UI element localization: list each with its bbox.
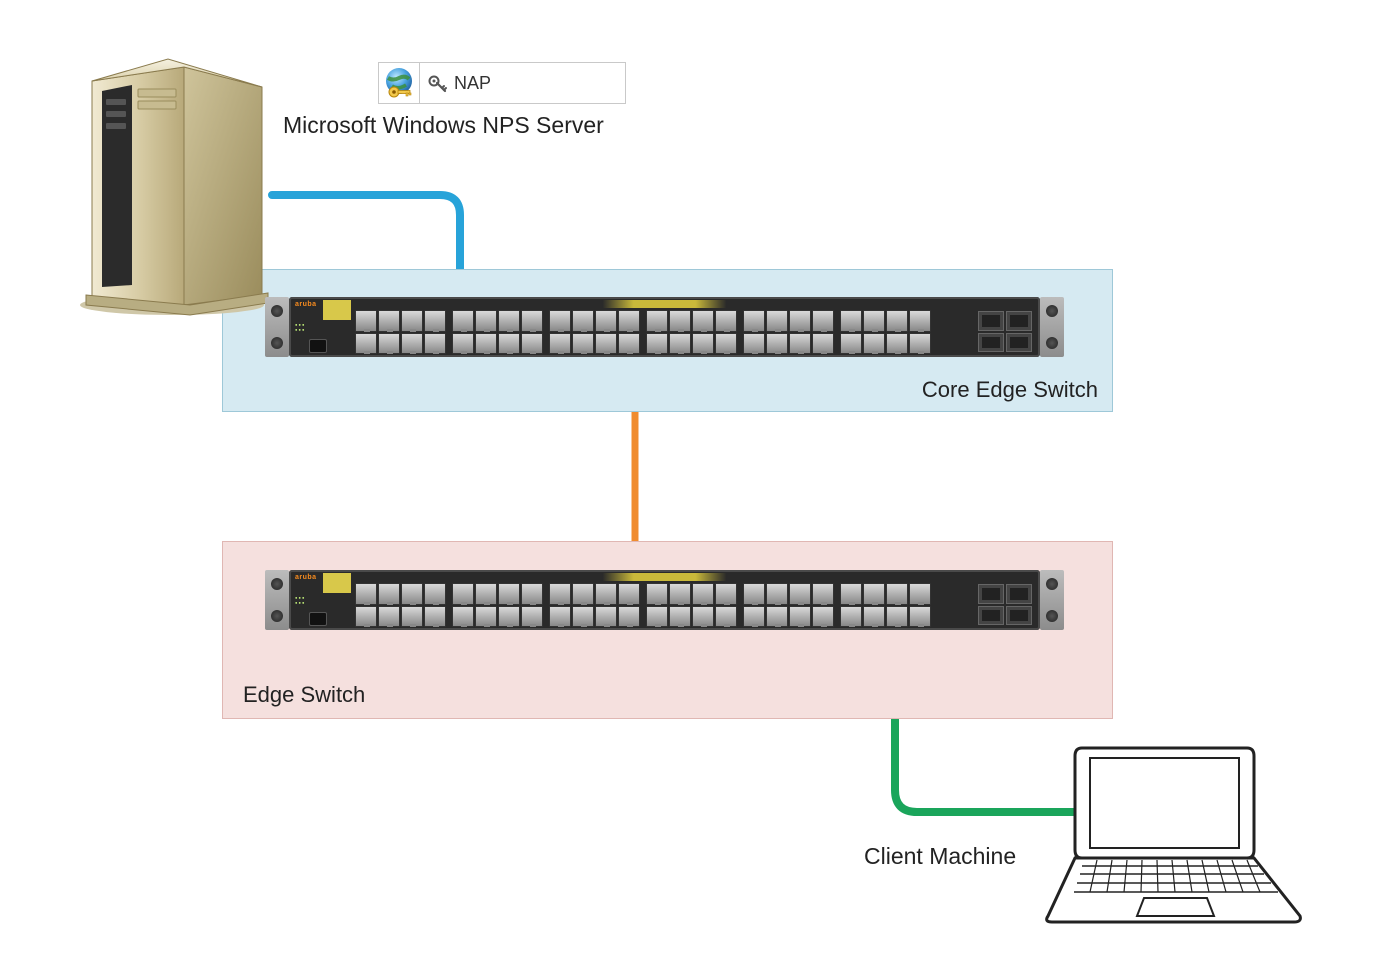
switch-ports [355,310,968,354]
network-topology-diagram: Core Edge Switch Edge Switch [0,0,1388,969]
separator [419,63,420,103]
edge-zone: Edge Switch [222,541,1113,719]
rack-ear-left [265,570,289,630]
nap-badge: NAP [378,62,626,104]
switch-brand: aruba [295,301,317,308]
laptop-icon [1042,740,1302,930]
server-tower-icon [72,47,272,317]
sfp-cage [978,311,1032,352]
core-zone-label: Core Edge Switch [922,377,1098,403]
rack-ear-left [265,297,289,357]
rack-ear-right [1040,570,1064,630]
switch-status-leds: ● ● ●● ● ● [295,595,304,605]
switch-status-leds: ● ● ●● ● ● [295,322,304,332]
edge-zone-label: Edge Switch [243,682,365,708]
switch-ports [355,583,968,627]
nap-label: NAP [454,73,491,94]
globe-key-icon [379,63,419,103]
console-port [309,339,327,353]
switch-model-sticker [323,300,351,320]
console-port [309,612,327,626]
client-label: Client Machine [864,843,1016,870]
rack-ear-right [1040,297,1064,357]
switch-top-strip [355,300,974,308]
key-icon [428,73,448,93]
core-switch-device: aruba ● ● ●● ● ● [289,297,1040,357]
switch-model-sticker [323,573,351,593]
switch-brand: aruba [295,574,317,581]
server-label: Microsoft Windows NPS Server [283,112,604,139]
switch-top-strip [355,573,974,581]
edge-switch-device: aruba ● ● ●● ● ● [289,570,1040,630]
sfp-cage [978,584,1032,625]
